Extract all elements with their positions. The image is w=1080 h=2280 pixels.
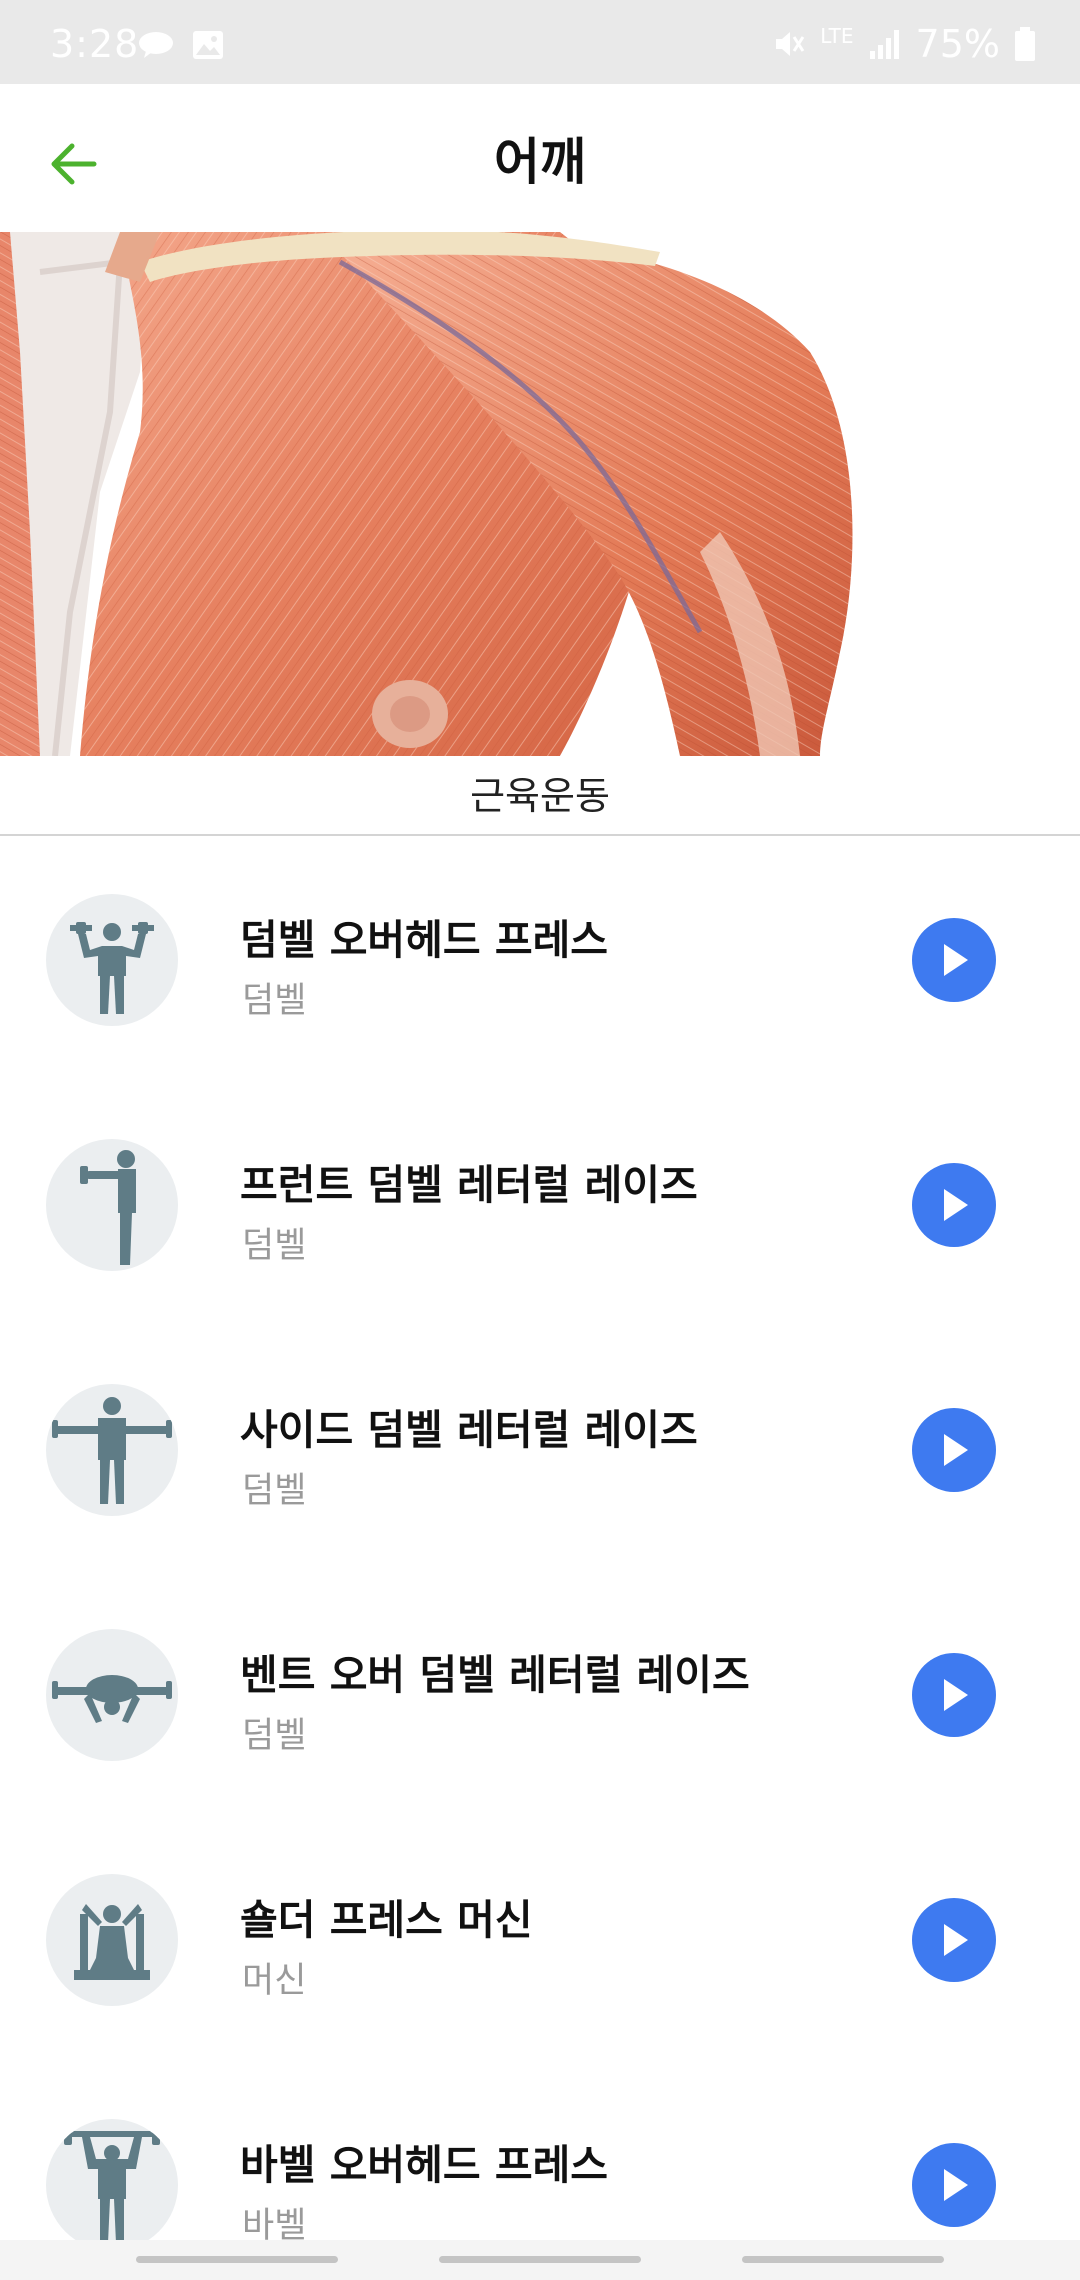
play-button[interactable] (912, 2143, 996, 2227)
list-item[interactable]: 숄더 프레스 머신 머신 (0, 1816, 1080, 2061)
battery-icon (1015, 27, 1035, 61)
bent-over-raise-icon (52, 1675, 172, 1723)
signal-icon (869, 30, 899, 59)
barbell-overhead-press-icon (60, 2123, 164, 2240)
exercise-name: 숄더 프레스 머신 (240, 1896, 533, 1944)
exercise-avatar (46, 1139, 178, 1271)
exercise-name: 프런트 덤벨 레터럴 레이즈 (240, 1161, 698, 1209)
exercise-name: 덤벨 오버헤드 프레스 (240, 916, 609, 964)
system-nav-bar (0, 2240, 1080, 2280)
play-icon (944, 1924, 968, 1956)
play-icon (944, 1189, 968, 1221)
exercise-avatar (46, 1874, 178, 2006)
play-icon (944, 1434, 968, 1466)
play-icon (944, 2169, 968, 2201)
exercise-avatar (46, 1384, 178, 1516)
play-button[interactable] (912, 1163, 996, 1247)
exercise-equipment: 덤벨 (242, 1716, 307, 1756)
exercise-name: 벤트 오버 덤벨 레터럴 레이즈 (240, 1651, 750, 1699)
play-button[interactable] (912, 1898, 996, 1982)
app-bar: 어깨 (0, 84, 1080, 232)
exercise-equipment: 덤벨 (242, 1226, 307, 1266)
side-raise-icon (52, 1397, 172, 1504)
shoulder-muscle-image (0, 232, 1080, 756)
list-item[interactable]: 사이드 덤벨 레터럴 레이즈 덤벨 (0, 1326, 1080, 1571)
list-item[interactable]: 벤트 오버 덤벨 레터럴 레이즈 덤벨 (0, 1571, 1080, 1816)
exercise-equipment: 덤벨 (242, 981, 307, 1021)
page-title: 어깨 (494, 133, 586, 191)
exercise-avatar (46, 894, 178, 1026)
nav-home-button[interactable] (439, 2256, 641, 2263)
gallery-icon (193, 31, 223, 59)
mute-icon (776, 32, 805, 56)
play-button[interactable] (912, 1408, 996, 1492)
play-icon (944, 1679, 968, 1711)
dumbbell-overhead-press-icon (70, 922, 154, 1014)
exercise-name: 바벨 오버헤드 프레스 (240, 2141, 609, 2189)
exercise-avatar (46, 1629, 178, 1761)
list-item[interactable]: 덤벨 오버헤드 프레스 덤벨 (0, 836, 1080, 1081)
list-item[interactable]: 바벨 오버헤드 프레스 바벨 (0, 2061, 1080, 2240)
exercise-list: 덤벨 오버헤드 프레스 덤벨 프런트 덤벨 레터럴 레이즈 덤벨 사이드 덤벨 … (0, 836, 1080, 2240)
status-notification-icons (138, 30, 224, 60)
talk-bubble-icon (139, 32, 173, 58)
network-type: LTE (820, 24, 854, 48)
front-raise-icon (80, 1150, 136, 1265)
exercise-equipment: 덤벨 (242, 1471, 307, 1511)
nav-recents-button[interactable] (136, 2256, 338, 2263)
shoulder-press-machine-icon (74, 1904, 150, 1980)
play-button[interactable] (912, 918, 996, 1002)
status-right-icons: LTE 75% (772, 22, 1036, 66)
exercise-avatar (46, 2119, 178, 2240)
nav-back-button[interactable] (742, 2256, 944, 2263)
play-icon (944, 944, 968, 976)
shoulder-anatomy-illustration (0, 232, 1080, 756)
section-label: 근육운동 (0, 756, 1080, 836)
screen: 3:28 LTE 75% 어깨 근육운동 덤벨 오버헤드 프레스 덤벨 프런트 … (0, 0, 1080, 2280)
status-bar: 3:28 LTE 75% (0, 0, 1080, 84)
battery-percent: 75% (915, 22, 1000, 66)
play-button[interactable] (912, 1653, 996, 1737)
list-item[interactable]: 프런트 덤벨 레터럴 레이즈 덤벨 (0, 1081, 1080, 1326)
exercise-name: 사이드 덤벨 레터럴 레이즈 (240, 1406, 698, 1454)
status-time: 3:28 (50, 22, 140, 66)
exercise-equipment: 머신 (242, 1961, 307, 2001)
exercise-equipment: 바벨 (242, 2206, 307, 2240)
